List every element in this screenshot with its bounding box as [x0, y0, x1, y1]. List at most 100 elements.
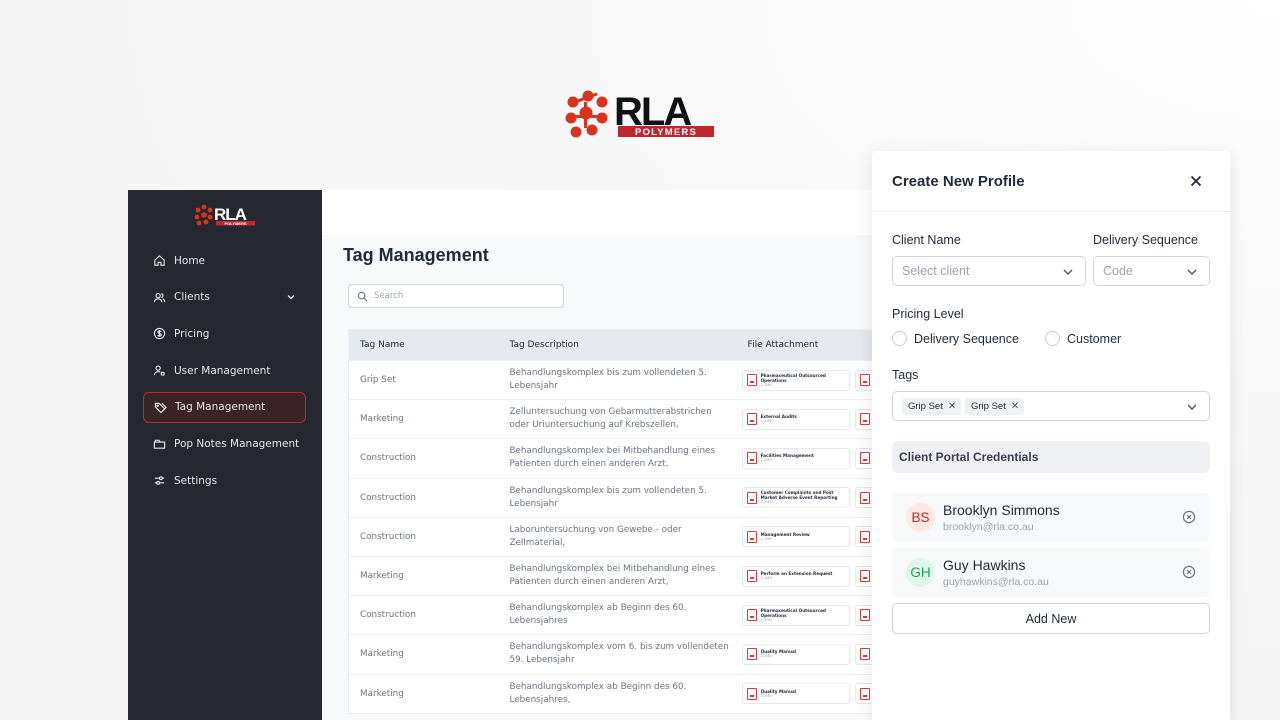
remove-circle-icon[interactable] — [1182, 565, 1196, 579]
table-row[interactable]: Construction Behandlungskomplex bis zum v… — [349, 477, 887, 517]
description-line: Behandlungskomplex bis zum vollendeten 5… — [509, 368, 707, 379]
column-header-tag-description[interactable]: Tag Description — [498, 340, 736, 350]
radio-circle[interactable] — [1045, 331, 1060, 346]
file-attachment[interactable]: External Audits 1.2MB — [741, 408, 850, 430]
client-name-label: Client Name — [892, 233, 961, 247]
file-attachment[interactable]: Perform an Extension Request 1.2MB — [741, 565, 850, 587]
chevron-down-icon[interactable] — [1186, 401, 1198, 413]
drawer-header: Create New Profile — [872, 151, 1230, 212]
remove-circle-icon[interactable] — [1182, 510, 1196, 524]
pdf-file-icon — [746, 570, 757, 583]
chevron-down-icon — [1063, 269, 1073, 275]
description-line: Lebensjahres — [509, 616, 568, 627]
table-header: Tag Name Tag Description File Attachment — [349, 330, 887, 360]
client-portal-credentials-header: Client Portal Credentials — [892, 441, 1210, 473]
column-header-file-attachment[interactable]: File Attachment — [737, 340, 887, 350]
column-header-tag-name[interactable]: Tag Name — [349, 340, 498, 350]
tag-description-cell: Behandlungskomplex ab Beginn des 60. Lebe… — [498, 681, 736, 707]
tag-chip: Grip Set ✕ — [965, 398, 1025, 415]
radio-delivery-sequence[interactable]: Delivery Sequence — [892, 331, 1019, 346]
table-row[interactable]: Construction Laboruntersuchung von Gewebe… — [349, 516, 887, 556]
description-line: Lebensjahres, — [509, 694, 571, 705]
sidebar-item-pricing[interactable]: Pricing — [143, 318, 306, 349]
chevron-down-icon[interactable] — [286, 292, 296, 302]
file-attachment-cell: External Audits 1.2MB — [737, 408, 887, 430]
remove-tag-icon[interactable]: ✕ — [1011, 401, 1019, 412]
remove-tag-icon[interactable]: ✕ — [948, 401, 956, 412]
file-name: Pharmaceutical Outsourced Operations — [760, 607, 826, 618]
credential-email: brooklyn@rla.co.au — [943, 521, 1034, 533]
table-row[interactable]: Marketing Behandlungskomplex vom 6. bis z… — [349, 634, 887, 673]
description-line: Zellmaterial, — [509, 537, 566, 548]
description-line: Behandlungskomplex bis zum vollendeten 5… — [509, 485, 707, 496]
pdf-file-icon — [859, 687, 870, 700]
sidebar-item-pop-notes[interactable]: Pop Notes Management — [143, 428, 306, 459]
file-attachment[interactable]: Management Review 1.2MB — [741, 526, 850, 548]
pdf-file-icon — [746, 491, 757, 504]
sidebar-item-user-management[interactable]: User Management — [143, 355, 306, 386]
table-row[interactable]: Marketing Behandlungskomplex bei Mitbehan… — [349, 555, 887, 595]
pdf-file-icon — [859, 413, 870, 426]
pdf-file-icon — [859, 570, 870, 583]
file-attachment[interactable]: Quality Manual 1.2MB — [741, 643, 850, 665]
user-gear-icon — [153, 365, 165, 376]
delivery-code-select[interactable]: Code — [1093, 256, 1210, 286]
file-size: 1.2MB — [760, 693, 772, 698]
file-attachment[interactable]: Pharmaceutical Outsourced Operations 1.2M… — [741, 604, 850, 626]
file-attachment[interactable]: Facilities Management 1.2MB — [741, 447, 850, 469]
file-attachment[interactable]: Quality Manual 1.2MB — [741, 683, 850, 705]
client-select[interactable]: Select client — [892, 256, 1086, 286]
main-area: Tag Management Search Tag Name Tag Descr… — [322, 190, 888, 720]
credential-name: Brooklyn Simmons — [943, 502, 1060, 518]
radio-label: Delivery Sequence — [914, 331, 1019, 346]
radio-customer[interactable]: Customer — [1045, 331, 1121, 346]
page-title: Tag Management — [343, 245, 489, 265]
tag-name-cell: Construction — [360, 492, 417, 503]
table-row[interactable]: Grip Set Behandlungskomplex bis zum volle… — [349, 360, 887, 399]
radio-circle[interactable] — [892, 331, 907, 346]
tag-description-cell: Behandlungskomplex ab Beginn des 60. Lebe… — [498, 602, 736, 628]
sliders-icon — [154, 476, 165, 485]
table-row[interactable]: Construction Behandlungskomplex ab Beginn… — [349, 595, 887, 634]
table-row[interactable]: Marketing Behandlungskomplex ab Beginn de… — [349, 673, 887, 713]
description-line: Behandlungskomplex vom 6. bis zum vollen… — [509, 642, 729, 653]
search-input[interactable]: Search — [348, 284, 564, 308]
file-attachment-cell: Management Review 1.2MB — [737, 526, 887, 548]
file-attachment[interactable]: Customer Complaints and Post Market Adve… — [741, 487, 850, 509]
sidebar-item-home[interactable]: Home — [143, 245, 306, 276]
tag-name-cell: Construction — [360, 453, 417, 464]
svg-text:POLYMERS: POLYMERS — [224, 221, 246, 226]
tags-multiselect[interactable]: Grip Set ✕ Grip Set ✕ — [892, 391, 1210, 421]
pdf-file-icon — [859, 452, 870, 465]
credential-email: guyhawkins@rla.co.au — [943, 576, 1049, 588]
tag-description-cell: Behandlungskomplex bis zum vollendeten 5… — [498, 485, 736, 511]
table-row[interactable]: Marketing Zelluntersuchung von Gebarmutte… — [349, 399, 887, 438]
file-attachment-cell: Quality Manual 1.2MB — [737, 643, 887, 665]
sidebar-item-label: Home — [174, 254, 206, 267]
pdf-file-icon — [746, 530, 757, 543]
file-attachment[interactable]: Pharmaceutical Outsourced Operations 1.2M… — [741, 369, 850, 391]
sidebar-item-settings[interactable]: Settings — [143, 465, 306, 496]
add-new-button[interactable]: Add New — [892, 603, 1210, 634]
close-icon[interactable] — [1188, 173, 1204, 189]
chevron-down-icon — [1187, 269, 1197, 275]
rla-polymers-logo: RLA POLYMERS — [565, 90, 714, 138]
pdf-file-icon — [859, 530, 870, 543]
pdf-file-icon — [859, 648, 870, 661]
sidebar-item-clients[interactable]: Clients — [143, 282, 306, 313]
file-size: 1.2MB — [760, 458, 772, 463]
file-size: 1.2MB — [760, 419, 772, 424]
tag-name-cell: Construction — [360, 610, 417, 621]
tag-description-cell: Behandlungskomplex bis zum vollendeten 5… — [498, 367, 736, 393]
tag-description-cell: Laboruntersuchung von Gewebe - oder Zellm… — [498, 524, 736, 550]
tag-description-cell: Behandlungskomplex bei Mitbehandlung ein… — [498, 445, 736, 471]
tag-name-cell: Marketing — [360, 414, 404, 425]
sidebar-item-tag-management[interactable]: Tag Management — [143, 391, 306, 423]
table-row[interactable]: Construction Behandlungskomplex bei Mitbe… — [349, 438, 887, 477]
file-size: 1.2MB — [760, 576, 772, 581]
description-line: Patienten durch einen anderen Arzt, — [509, 459, 669, 470]
tag-name-cell: Marketing — [360, 571, 404, 582]
file-name: Quality Manual — [760, 688, 797, 694]
description-line: 59. Lebensjahr — [509, 655, 575, 666]
sidebar-logo[interactable]: RLA POLYMERS — [194, 204, 256, 226]
